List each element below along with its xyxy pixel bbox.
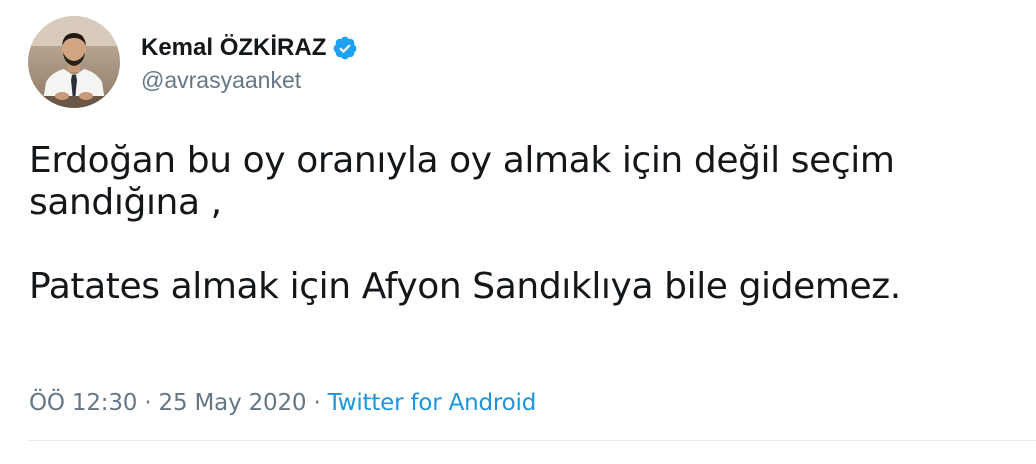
display-name[interactable]: Kemal ÖZKİRAZ xyxy=(141,34,326,62)
tweet-metadata: ÖÖ 12:30 · 25 May 2020 · Twitter for And… xyxy=(29,390,536,416)
user-names[interactable]: Kemal ÖZKİRAZ @avrasyaanket xyxy=(141,31,358,94)
user-handle[interactable]: @avrasyaanket xyxy=(141,67,358,94)
tweet-card: Kemal ÖZKİRAZ @avrasyaanket Erdoğan bu o… xyxy=(0,0,1036,464)
tweet-time[interactable]: ÖÖ 12:30 xyxy=(29,390,137,416)
tweet-source-link[interactable]: Twitter for Android xyxy=(328,390,537,416)
tweet-header: Kemal ÖZKİRAZ @avrasyaanket xyxy=(28,16,358,108)
divider xyxy=(28,440,1036,441)
name-row: Kemal ÖZKİRAZ xyxy=(141,31,358,65)
tweet-date[interactable]: 25 May 2020 xyxy=(159,390,307,416)
meta-separator: · xyxy=(306,390,328,416)
avatar-image xyxy=(28,16,120,108)
avatar[interactable] xyxy=(28,16,120,108)
meta-separator: · xyxy=(137,390,159,416)
verified-badge-icon xyxy=(332,35,358,61)
tweet-text: Erdoğan bu oy oranıyla oy almak için değ… xyxy=(29,140,901,307)
